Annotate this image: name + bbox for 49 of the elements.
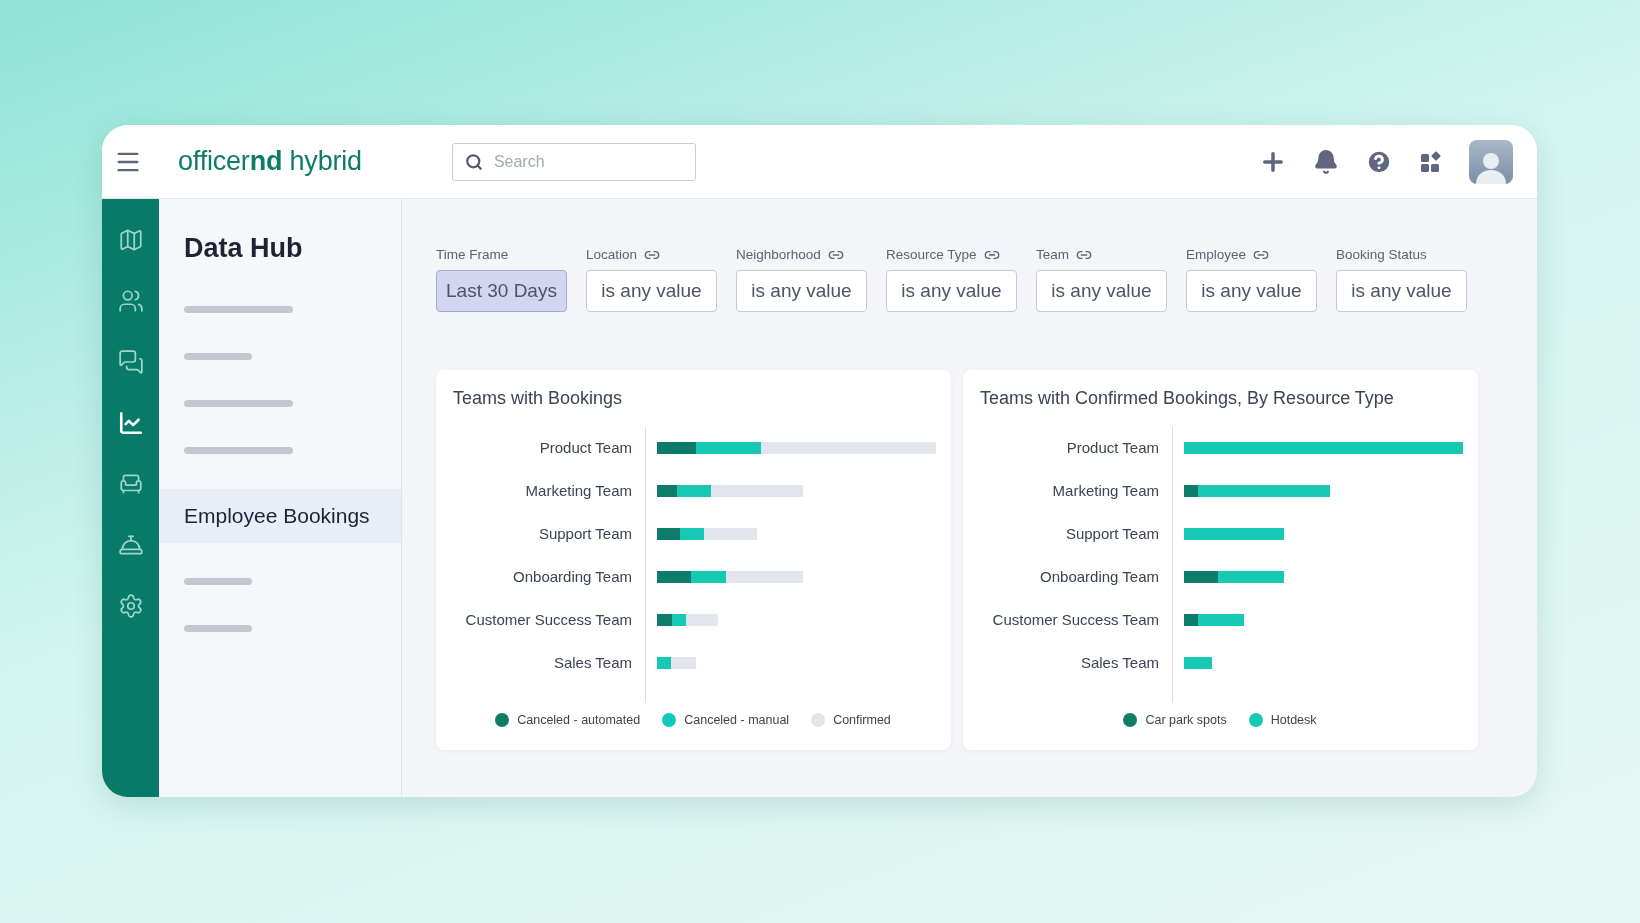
filter-dropdown[interactable]: is any value [736,270,867,312]
bar-segment [657,571,691,583]
sidebar-item[interactable]: Employee Bookings [159,489,401,543]
filter-label: Time Frame [436,247,509,262]
sidebar-title: Data Hub [183,233,304,264]
category-label: Product Team [1065,439,1159,458]
filter-label: Location [586,247,638,262]
filter-dropdown[interactable]: is any value [1036,270,1167,312]
chart-title: Teams with Bookings [453,388,624,409]
category-label: Sales Team [1079,654,1159,673]
search-icon [464,152,483,171]
legend-label: Hotdesk [1270,713,1317,727]
category-label: Product Team [538,439,632,458]
bar-segment [1184,657,1213,669]
filter-dropdown[interactable]: is any value [886,270,1017,312]
category-label: Support Team [1064,525,1159,544]
filter-label: Employee [1186,247,1247,262]
bar-segment [657,614,672,626]
legend-label: Confirmed [833,713,891,727]
skeleton-line [184,578,252,585]
filter-label: Neighborhood [736,247,821,262]
legend-label: Car park spots [1145,713,1227,727]
category-label: Marketing Team [524,482,632,501]
legend-label: Canceled - manual [684,713,790,727]
category-label: Customer Success Team [464,611,632,630]
filter-label: Team [1036,247,1069,262]
filter-dropdown[interactable]: is any value [1186,270,1317,312]
filter-label: Resource Type [886,247,977,262]
apps-button[interactable] [1419,149,1443,174]
filter-dropdown[interactable]: is any value [1336,270,1467,312]
filter-label: Booking Status [1336,247,1427,262]
logo: officernd hybrid [178,146,362,177]
chart-title: Teams with Confirmed Bookings, By Resource Type [980,388,1395,409]
category-label: Onboarding Team [1039,568,1159,587]
category-label: Customer Success Team [991,611,1159,630]
skeleton-line [184,353,252,360]
legend-label: Canceled - automated [517,713,641,727]
apps-grid-icon [1419,149,1443,174]
filter-dropdown[interactable]: Last 30 Days [436,270,567,312]
skeleton-line [184,625,252,632]
avatar[interactable] [1469,139,1513,184]
search-field[interactable]: Search [451,142,696,181]
category-label: Sales Team [552,654,632,673]
category-label: Marketing Team [1051,482,1159,501]
category-label: Support Team [537,525,632,544]
filter-dropdown[interactable]: is any value [586,270,717,312]
bar-segment [657,528,681,540]
notifications-button[interactable] [1313,148,1339,175]
category-label: Onboarding Team [512,568,632,587]
